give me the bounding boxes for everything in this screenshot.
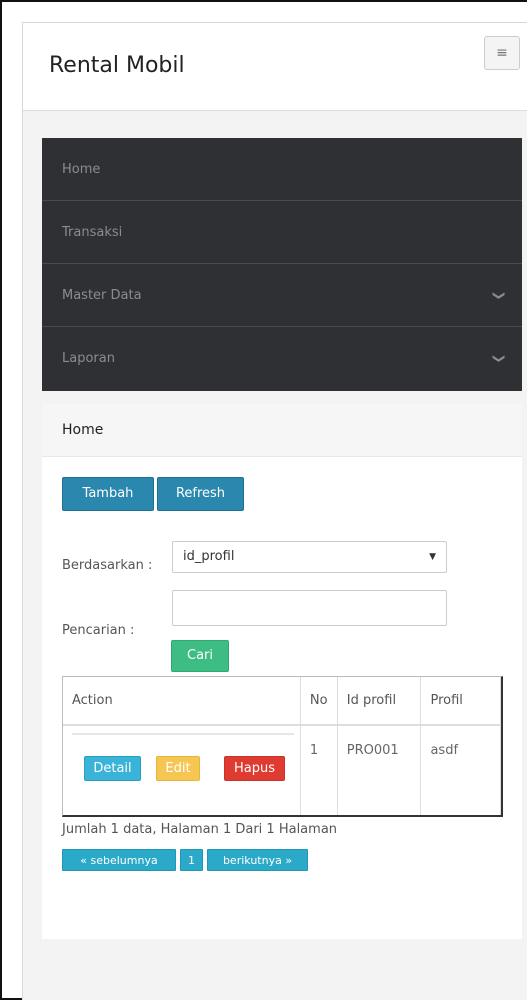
delete-button[interactable]: Hapus (224, 756, 285, 781)
cell-id-profil: PRO001 (337, 725, 422, 815)
column-header-profil: Profil (420, 677, 501, 726)
data-table: Action No Id profil Profil Detail Edit H… (62, 676, 503, 817)
next-page-button[interactable]: berikutnya » (207, 849, 308, 871)
chevron-down-icon: ❯ (492, 290, 507, 301)
nav-item-transaksi[interactable]: Transaksi (42, 201, 522, 264)
nav-item-laporan[interactable]: Laporan ❯ (42, 327, 522, 390)
brand-title[interactable]: Rental Mobil (49, 53, 185, 78)
prev-page-button[interactable]: « sebelumnya (62, 849, 176, 871)
nav-item-label: Transaksi (62, 225, 123, 240)
menu-toggle-button[interactable]: ≡ (484, 36, 520, 70)
add-button[interactable]: Tambah (62, 477, 154, 511)
column-header-action: Action (63, 677, 301, 726)
filter-label: Berdasarkan : (62, 558, 153, 573)
sidebar-nav: Home Transaksi Master Data ❯ Laporan ❯ (42, 138, 522, 391)
nav-item-home[interactable]: Home (42, 138, 522, 201)
nav-item-label: Home (62, 162, 101, 177)
cell-no: 1 (300, 725, 338, 815)
dropdown-arrow-icon: ▼ (429, 552, 436, 562)
edit-button[interactable]: Edit (156, 756, 200, 781)
filter-select[interactable]: id_profil ▼ (172, 541, 447, 573)
content-panel: Home Tambah Refresh Berdasarkan : id_pro… (42, 404, 522, 939)
search-button[interactable]: Cari (171, 640, 229, 672)
column-header-id-profil: Id profil (337, 677, 422, 726)
table-row: Detail Edit Hapus 1 PRO001 asdf (63, 725, 501, 815)
nav-item-label: Laporan (62, 351, 115, 366)
page-1-button[interactable]: 1 (180, 849, 203, 871)
nav-item-master-data[interactable]: Master Data ❯ (42, 264, 522, 327)
divider (72, 733, 294, 735)
search-label: Pencarian : (62, 623, 135, 638)
detail-button[interactable]: Detail (84, 756, 141, 781)
search-input[interactable] (172, 590, 447, 626)
cell-profil: asdf (420, 725, 501, 815)
action-cell: Detail Edit Hapus (63, 725, 301, 815)
table-header-row: Action No Id profil Profil (63, 677, 501, 726)
hamburger-icon: ≡ (496, 45, 508, 61)
chevron-down-icon: ❯ (492, 353, 507, 364)
browser-frame: Rental Mobil ≡ Home Transaksi Master Dat… (0, 0, 527, 1000)
pagination-summary: Jumlah 1 data, Halaman 1 Dari 1 Halaman (62, 822, 338, 837)
top-header: Rental Mobil ≡ (23, 23, 527, 111)
column-header-no: No (300, 677, 338, 726)
app-viewport: Rental Mobil ≡ Home Transaksi Master Dat… (22, 22, 527, 1000)
panel-title: Home (42, 404, 522, 457)
filter-select-value: id_profil (183, 549, 235, 564)
nav-item-label: Master Data (62, 288, 142, 303)
refresh-button[interactable]: Refresh (157, 477, 244, 511)
